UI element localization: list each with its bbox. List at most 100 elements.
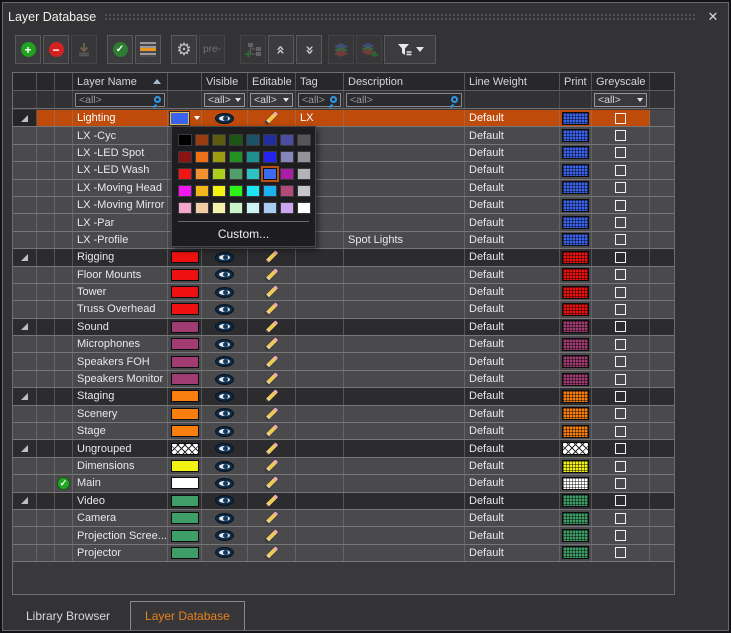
table-row[interactable]: LX -ParDefault — [13, 214, 674, 231]
visibility-eye-icon[interactable] — [215, 269, 234, 280]
table-row[interactable]: LX -Moving MirrorDefault — [13, 197, 674, 214]
line-weight-cell[interactable]: Default — [465, 510, 560, 526]
editable-pencil-icon[interactable] — [265, 442, 278, 455]
visible-cell[interactable] — [202, 336, 248, 352]
description-cell[interactable] — [344, 510, 465, 526]
line-weight-cell[interactable]: Default — [465, 423, 560, 439]
line-weight-cell[interactable]: Default — [465, 440, 560, 456]
editable-cell[interactable] — [248, 545, 296, 561]
expander-triangle-icon[interactable] — [21, 497, 28, 504]
table-row[interactable]: LX -LED WashDefault — [13, 162, 674, 179]
editable-cell[interactable] — [248, 440, 296, 456]
greyscale-checkbox[interactable] — [615, 374, 626, 385]
remove-layer-button[interactable]: − — [43, 35, 69, 64]
table-row[interactable]: TowerDefault — [13, 284, 674, 301]
description-filter-input[interactable]: <all> — [346, 93, 462, 107]
greyscale-cell[interactable] — [592, 423, 650, 439]
description-cell[interactable] — [344, 214, 465, 230]
color-swatch-option[interactable] — [212, 202, 226, 214]
print-cell[interactable] — [560, 127, 592, 143]
layer-color-cell[interactable] — [168, 527, 202, 543]
visible-cell[interactable] — [202, 527, 248, 543]
header-description[interactable]: Description — [344, 73, 465, 90]
layer-color-cell[interactable] — [168, 371, 202, 387]
table-row[interactable]: RiggingDefault — [13, 249, 674, 266]
line-weight-cell[interactable]: Default — [465, 336, 560, 352]
move-down-button[interactable]: « — [296, 35, 322, 64]
layer-color-swatch[interactable] — [171, 286, 199, 298]
line-weight-cell[interactable]: Default — [465, 406, 560, 422]
description-cell[interactable] — [344, 319, 465, 335]
description-cell[interactable] — [344, 527, 465, 543]
tag-cell[interactable]: LX — [296, 110, 344, 126]
visibility-eye-icon[interactable] — [215, 287, 234, 298]
visible-cell[interactable] — [202, 493, 248, 509]
editable-cell[interactable] — [248, 319, 296, 335]
editable-cell[interactable] — [248, 406, 296, 422]
tag-cell[interactable] — [296, 301, 344, 317]
greyscale-filter-dropdown[interactable]: <all> — [594, 93, 647, 107]
layer-color-dropdown[interactable] — [170, 112, 200, 125]
color-swatch-option[interactable] — [297, 151, 311, 163]
print-cell[interactable] — [560, 440, 592, 456]
visible-cell[interactable] — [202, 371, 248, 387]
greyscale-cell[interactable] — [592, 127, 650, 143]
row-expander-cell[interactable] — [13, 110, 37, 126]
color-swatch-option[interactable] — [280, 168, 294, 180]
layer-name-cell[interactable]: LX -Moving Head — [73, 180, 168, 196]
table-row[interactable]: LX -LED SpotDefault — [13, 145, 674, 162]
tag-cell[interactable] — [296, 423, 344, 439]
greyscale-cell[interactable] — [592, 371, 650, 387]
description-cell[interactable]: Spot Lights — [344, 232, 465, 248]
description-cell[interactable] — [344, 406, 465, 422]
editable-cell[interactable] — [248, 353, 296, 369]
color-swatch-option[interactable] — [229, 168, 243, 180]
layer-name-cell[interactable]: LX -LED Spot — [73, 145, 168, 161]
layer-name-cell[interactable]: LX -LED Wash — [73, 162, 168, 178]
layer-color-cell[interactable] — [168, 493, 202, 509]
layer-stack-add-button[interactable] — [356, 35, 382, 64]
description-cell[interactable] — [344, 284, 465, 300]
layer-name-cell[interactable]: Video — [73, 493, 168, 509]
color-swatch-option[interactable] — [178, 202, 192, 214]
print-cell[interactable] — [560, 353, 592, 369]
greyscale-cell[interactable] — [592, 284, 650, 300]
color-swatch-option[interactable] — [263, 185, 277, 197]
line-weight-cell[interactable]: Default — [465, 267, 560, 283]
visible-cell[interactable] — [202, 301, 248, 317]
table-row[interactable]: CameraDefault — [13, 510, 674, 527]
visibility-eye-icon[interactable] — [215, 478, 234, 489]
editable-cell[interactable] — [248, 388, 296, 404]
tag-cell[interactable] — [296, 440, 344, 456]
greyscale-cell[interactable] — [592, 249, 650, 265]
greyscale-checkbox[interactable] — [615, 530, 626, 541]
color-swatch-option[interactable] — [246, 134, 260, 146]
greyscale-checkbox[interactable] — [615, 304, 626, 315]
greyscale-cell[interactable] — [592, 110, 650, 126]
print-cell[interactable] — [560, 110, 592, 126]
layer-color-cell[interactable] — [168, 110, 202, 126]
color-swatch-option[interactable] — [280, 151, 294, 163]
print-cell[interactable] — [560, 388, 592, 404]
header-color-col[interactable] — [168, 73, 202, 90]
add-layer-button[interactable]: + — [15, 35, 41, 64]
title-drag-texture[interactable] — [104, 13, 697, 22]
greyscale-cell[interactable] — [592, 301, 650, 317]
expander-triangle-icon[interactable] — [21, 445, 28, 452]
description-cell[interactable] — [344, 493, 465, 509]
row-expander-cell[interactable] — [13, 493, 37, 509]
color-swatch-option[interactable] — [280, 185, 294, 197]
editable-cell[interactable] — [248, 423, 296, 439]
tag-cell[interactable] — [296, 458, 344, 474]
visible-cell[interactable] — [202, 267, 248, 283]
layer-name-cell[interactable]: Main — [73, 475, 168, 491]
description-cell[interactable] — [344, 423, 465, 439]
greyscale-cell[interactable] — [592, 353, 650, 369]
editable-pencil-icon[interactable] — [265, 494, 278, 507]
layer-name-cell[interactable]: Stage — [73, 423, 168, 439]
editable-cell[interactable] — [248, 336, 296, 352]
print-cell[interactable] — [560, 249, 592, 265]
greyscale-cell[interactable] — [592, 145, 650, 161]
layer-name-cell[interactable]: Scenery — [73, 406, 168, 422]
line-weight-cell[interactable]: Default — [465, 493, 560, 509]
